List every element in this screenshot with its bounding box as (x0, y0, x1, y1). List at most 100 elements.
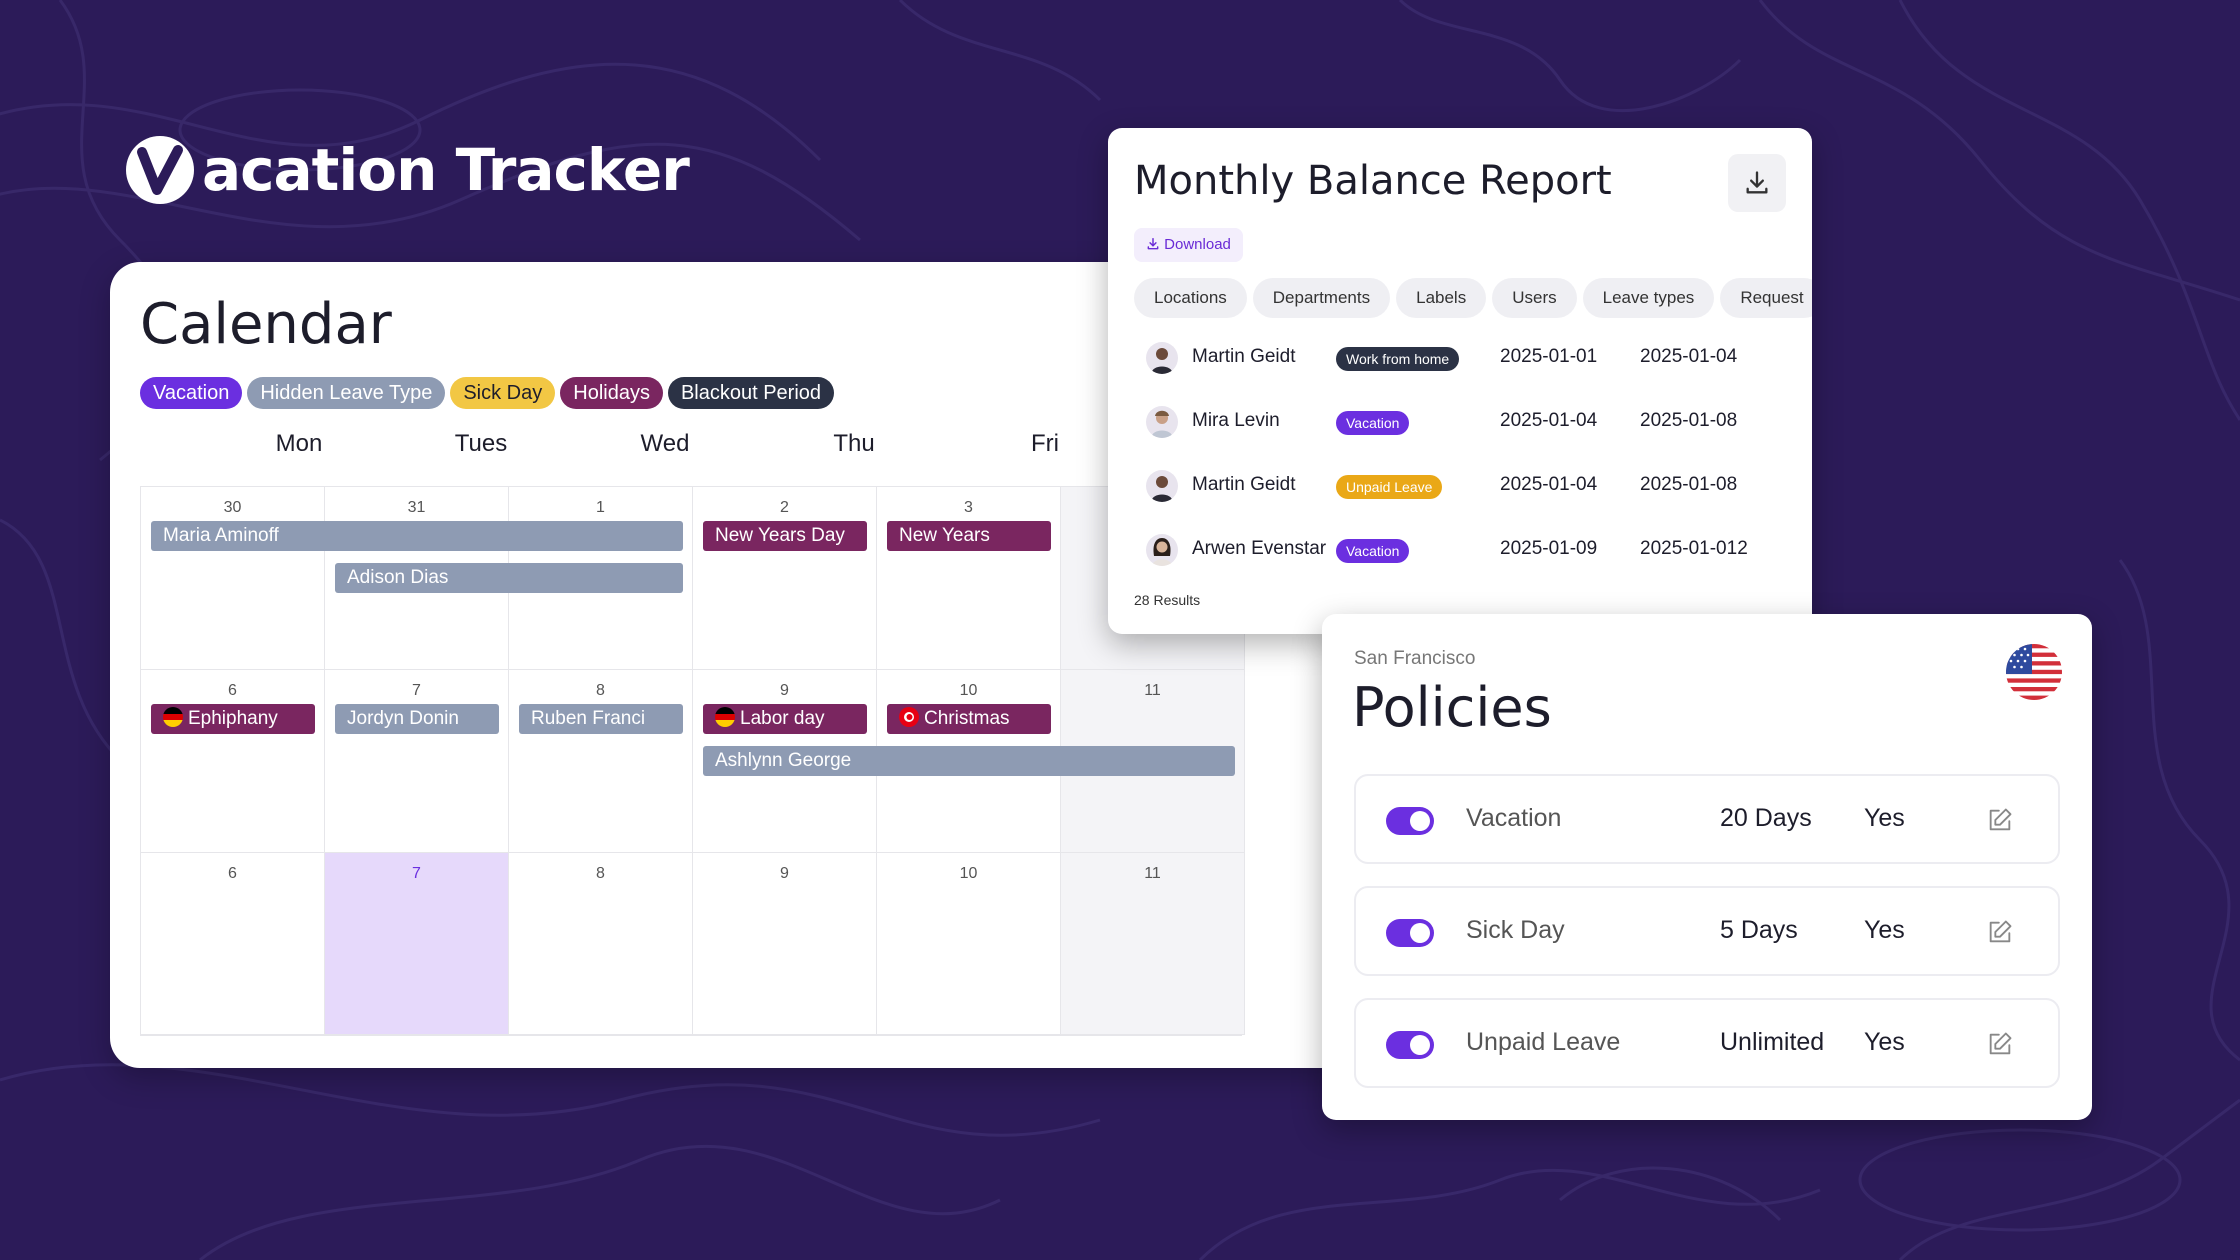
table-row[interactable]: Martin Geidt Work from home 2025-01-01 2… (1146, 338, 1812, 378)
day-number: 6 (228, 865, 237, 882)
weekday-thu: Thu (833, 430, 875, 457)
weekday-tues: Tues (454, 430, 508, 457)
legend-blackout-period[interactable]: Blackout Period (667, 377, 835, 409)
user-name: Martin Geidt (1192, 474, 1296, 495)
start-date: 2025-01-09 (1500, 538, 1598, 559)
day-cell[interactable]: 9 (693, 853, 877, 1035)
weekday-header: Mon Tues Wed Thu Fri (140, 430, 1240, 470)
tab-users[interactable]: Users (1492, 278, 1577, 318)
policy-toggle[interactable] (1386, 919, 1434, 947)
day-cell[interactable]: 6 (141, 853, 325, 1035)
start-date: 2025-01-04 (1500, 474, 1598, 495)
leave-type-badge: Vacation (1336, 539, 1410, 563)
legend-sick-day[interactable]: Sick Day (450, 377, 556, 409)
policy-enabled: Yes (1864, 804, 1905, 832)
tab-departments[interactable]: Departments (1252, 278, 1391, 318)
day-cell[interactable]: 8 (509, 853, 693, 1035)
report-filter-tabs: Locations Departments Labels Users Leave… (1134, 278, 1812, 318)
event-holiday[interactable]: New Years (887, 521, 1051, 551)
event-leave[interactable]: Maria Aminoff (151, 521, 683, 551)
edit-icon[interactable] (1986, 918, 2014, 946)
avatar (1146, 470, 1178, 502)
toggle-knob (1410, 923, 1430, 943)
calendar-title: Calendar (140, 292, 392, 357)
policies-card: San Francisco Policies Vacation 20 Days … (1322, 614, 2092, 1120)
day-cell[interactable]: 7 (325, 670, 509, 853)
event-leave[interactable]: Adison Dias (335, 563, 683, 593)
table-row[interactable]: Martin Geidt Unpaid Leave 2025-01-04 202… (1146, 466, 1812, 506)
results-count: 28 Results (1134, 592, 1201, 608)
legend-hidden-leave-type[interactable]: Hidden Leave Type (247, 377, 446, 409)
day-number: 10 (959, 682, 978, 699)
policies-title: Policies (1352, 676, 1552, 739)
policy-enabled: Yes (1864, 916, 1905, 944)
policy-location: San Francisco (1354, 648, 1476, 669)
avatar (1146, 342, 1178, 374)
download-icon (1147, 238, 1159, 250)
start-date: 2025-01-01 (1500, 346, 1598, 367)
day-cell[interactable]: 2 (693, 487, 877, 670)
weekday-wed: Wed (640, 430, 690, 457)
day-number: 8 (596, 865, 605, 882)
leave-type-badge: Vacation (1336, 411, 1410, 435)
germany-flag-icon (163, 707, 183, 727)
policy-name: Vacation (1466, 804, 1562, 832)
policy-toggle[interactable] (1386, 1031, 1434, 1059)
legend-vacation[interactable]: Vacation (140, 377, 243, 409)
day-number: 9 (780, 865, 789, 882)
legend-holidays[interactable]: Holidays (560, 377, 663, 409)
event-label: Ephiphany (188, 708, 278, 729)
policy-days: 5 Days (1720, 916, 1798, 944)
day-cell-weekend[interactable]: 11 (1061, 853, 1245, 1035)
event-leave[interactable]: Ruben Franci (519, 704, 683, 734)
report-title: Monthly Balance Report (1134, 158, 1612, 204)
day-cell[interactable]: 6 (141, 670, 325, 853)
policy-days: Unlimited (1720, 1028, 1825, 1056)
event-leave[interactable]: Ashlynn George (703, 746, 1235, 776)
event-label: Christmas (924, 708, 1010, 729)
day-number: 6 (228, 682, 237, 699)
table-row[interactable]: Mira Levin Vacation 2025-01-04 2025-01-0… (1146, 402, 1812, 442)
leave-type-badge: Work from home (1336, 347, 1460, 371)
tab-request[interactable]: Request (1720, 278, 1812, 318)
day-number: 11 (1144, 865, 1161, 882)
edit-icon[interactable] (1986, 806, 2014, 834)
user-name: Martin Geidt (1192, 346, 1296, 367)
leave-type-badge: Unpaid Leave (1336, 475, 1443, 499)
policy-name: Unpaid Leave (1466, 1028, 1621, 1056)
policy-row-vacation: Vacation 20 Days Yes (1354, 774, 2060, 864)
policy-enabled: Yes (1864, 1028, 1905, 1056)
download-icon-button[interactable] (1728, 154, 1786, 212)
tab-leave-types[interactable]: Leave types (1582, 278, 1715, 318)
event-holiday[interactable]: Christmas (887, 704, 1051, 734)
event-holiday[interactable]: Labor day (703, 704, 867, 734)
tab-locations[interactable]: Locations (1134, 278, 1247, 318)
day-number: 2 (780, 499, 789, 516)
brand-logo: acation Tracker (124, 134, 690, 206)
policy-days: 20 Days (1720, 804, 1812, 832)
event-holiday[interactable]: Ephiphany (151, 704, 315, 734)
event-holiday[interactable]: New Years Day (703, 521, 867, 551)
download-button[interactable]: Download (1134, 228, 1243, 262)
user-name: Mira Levin (1192, 410, 1280, 431)
policy-toggle[interactable] (1386, 807, 1434, 835)
day-cell[interactable]: 3 (877, 487, 1061, 670)
edit-icon[interactable] (1986, 1030, 2014, 1058)
day-number: 8 (596, 682, 605, 699)
event-label: Labor day (740, 708, 825, 729)
day-cell-today[interactable]: 7 (325, 853, 509, 1035)
calendar-grid: 30 31 1 2 3 6 7 8 9 10 11 6 7 8 9 10 11 … (140, 486, 1245, 1036)
avatar (1146, 406, 1178, 438)
end-date: 2025-01-08 (1640, 474, 1738, 495)
day-cell[interactable]: 30 (141, 487, 325, 670)
end-date: 2025-01-04 (1640, 346, 1738, 367)
event-leave[interactable]: Jordyn Donin (335, 704, 499, 734)
day-cell[interactable]: 8 (509, 670, 693, 853)
day-cell[interactable]: 10 (877, 853, 1061, 1035)
avatar (1146, 534, 1178, 566)
tab-labels[interactable]: Labels (1396, 278, 1487, 318)
us-flag-icon (2006, 644, 2062, 700)
policy-name: Sick Day (1466, 916, 1565, 944)
day-number: 1 (596, 499, 605, 516)
table-row[interactable]: Arwen Evenstar Vacation 2025-01-09 2025-… (1146, 530, 1812, 570)
